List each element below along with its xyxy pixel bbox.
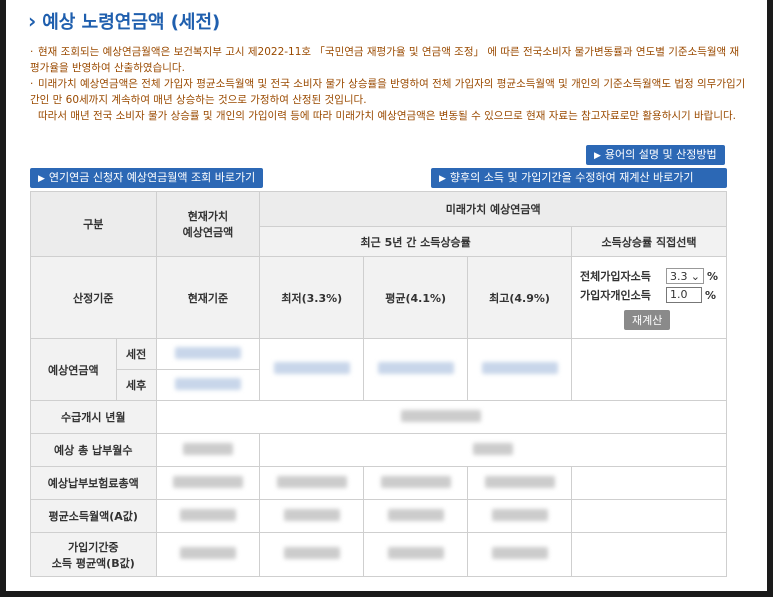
- total-paid-avg: [363, 466, 469, 500]
- avg-b-present: [155, 532, 261, 577]
- all-income-select[interactable]: 3.3 ⌄: [665, 268, 704, 284]
- basis-high: 최고(4.9%): [467, 256, 572, 339]
- row-expected-label: 예상연금액: [30, 338, 117, 401]
- row-basis-label: 산정기준: [30, 256, 157, 339]
- header-direct-select: 소득상승률 직접선택: [570, 226, 728, 257]
- avg-a-direct: [570, 499, 728, 533]
- avg-a-low: [259, 499, 365, 533]
- notice-2: · 미래가치 예상연금액은 전체 가입자 평균소득월액 및 전국 소비자 물가 상…: [30, 78, 746, 106]
- row-avg-a-label: 평균소득월액(A값): [30, 499, 157, 533]
- avg-a-present: [155, 499, 261, 533]
- header-future-value: 미래가치 예상연금액: [259, 191, 727, 227]
- header-recent-5yr: 최근 5년 간 소득상승률: [259, 226, 572, 257]
- row-pretax-label: 세전: [115, 338, 157, 370]
- rate-selector: 전체가입자소득 3.3 ⌄ % 가입자개인소득 1.0 % 재계산: [570, 256, 728, 339]
- arrow-right-icon: ▶: [594, 151, 601, 161]
- terms-button[interactable]: ▶ 용어의 설명 및 산정방법: [586, 145, 725, 165]
- notice-box: · 현재 조회되는 예상연금월액은 보건복지부 고시 제2022-11호 「국민연…: [30, 44, 748, 124]
- row-start-label: 수급개시 년월: [30, 400, 157, 434]
- avg-b-direct: [570, 532, 728, 577]
- row-months-label: 예상 총 납부월수: [30, 433, 157, 467]
- notice-1: · 현재 조회되는 예상연금월액은 보건복지부 고시 제2022-11호 「국민연…: [30, 46, 740, 74]
- total-paid-high: [467, 466, 572, 500]
- avg-a-high: [467, 499, 572, 533]
- avg-b-avg: [363, 532, 469, 577]
- basis-present: 현재기준: [155, 256, 261, 339]
- months-present: [155, 433, 261, 467]
- header-category: 구분: [30, 191, 157, 257]
- row-aftertax-label: 세후: [115, 369, 157, 401]
- expected-low: [259, 338, 365, 401]
- chevron-right-icon: ›: [28, 9, 37, 33]
- chevron-down-icon: ⌄: [690, 269, 700, 283]
- total-paid-low: [259, 466, 365, 500]
- avg-b-high: [467, 532, 572, 577]
- arrow-right-icon: ▶: [38, 174, 45, 184]
- personal-income-input[interactable]: 1.0: [665, 287, 702, 303]
- avg-b-low: [259, 532, 365, 577]
- pension-table: 구분 현재가치 예상연금액 미래가치 예상연금액 최근 5년 간 소득상승률 소…: [30, 191, 728, 577]
- basis-avg: 평균(4.1%): [363, 256, 469, 339]
- total-paid-present: [155, 466, 261, 500]
- aftertax-present: [155, 369, 261, 401]
- modify-recalc-button[interactable]: ▶ 향후의 소득 및 가입기간을 수정하여 재계산 바로가기: [431, 168, 727, 188]
- expected-high: [467, 338, 572, 401]
- recalc-button[interactable]: 재계산: [623, 310, 671, 330]
- personal-income-label: 가입자개인소득: [579, 289, 651, 302]
- row-avg-b-label: 가입기간중 소득 평균액(B값): [30, 532, 157, 577]
- notice-3: 따라서 매년 전국 소비자 물가 상승률 및 개인의 가입이력 등에 따라 미래…: [38, 110, 736, 122]
- expected-direct: [570, 338, 728, 401]
- expected-avg: [363, 338, 469, 401]
- total-paid-direct: [570, 466, 728, 500]
- months-future: [259, 433, 727, 467]
- page-title: › 예상 노령연금액 (세전): [28, 8, 220, 34]
- basis-low: 최저(3.3%): [259, 256, 365, 339]
- all-income-label: 전체가입자소득: [579, 270, 651, 283]
- deferred-pension-button[interactable]: ▶ 연기연금 신청자 예상연금월액 조회 바로가기: [30, 168, 264, 188]
- start-date-value: [155, 400, 728, 434]
- arrow-right-icon: ▶: [439, 174, 446, 184]
- page-title-text: 예상 노령연금액 (세전): [42, 12, 221, 33]
- pretax-present: [155, 338, 261, 370]
- avg-a-avg: [363, 499, 469, 533]
- header-present-value: 현재가치 예상연금액: [155, 191, 261, 257]
- row-total-paid-label: 예상납부보험료총액: [30, 466, 157, 500]
